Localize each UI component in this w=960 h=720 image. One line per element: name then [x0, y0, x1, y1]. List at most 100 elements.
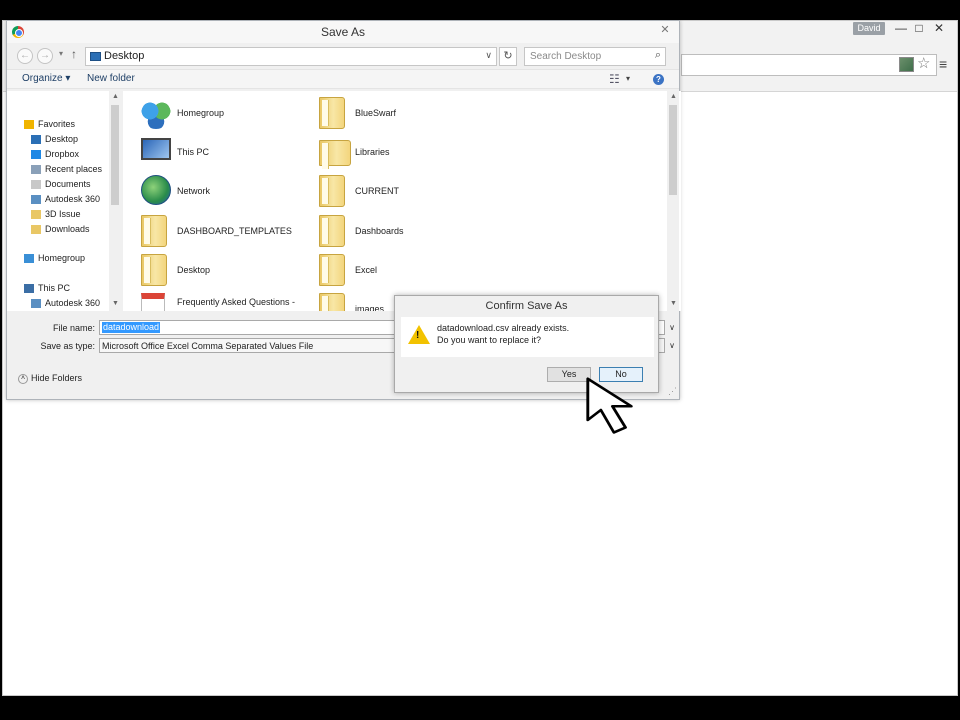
search-icon[interactable]: ⌕	[655, 49, 661, 62]
libraries-icon	[319, 140, 351, 169]
maximize-button[interactable]: □	[909, 21, 929, 37]
file-item[interactable]: CURRENT	[315, 173, 485, 209]
nav-item-label: Desktop	[45, 134, 79, 144]
navigation-pane: Favorites Desktop Dropbox Recent places Docu…	[7, 91, 121, 311]
downloads-icon	[31, 225, 41, 235]
nav-item[interactable]: Homegroup	[24, 251, 85, 265]
navigation-bar: ← → ▾ ↑ Desktop ∨ ↻ Search Desktop ⌕	[7, 45, 679, 67]
scrollbar-thumb[interactable]	[111, 105, 119, 205]
nav-item[interactable]: 3D Issue	[31, 207, 81, 221]
nav-item-label: This PC	[38, 283, 71, 293]
nav-item[interactable]: Autodesk 360	[31, 192, 100, 206]
scroll-down-icon[interactable]: ▼	[112, 300, 119, 307]
file-item-label: images	[355, 304, 385, 311]
up-folder-button[interactable]: ↑	[71, 47, 77, 61]
address-bar[interactable]: Desktop ∨	[85, 47, 497, 66]
folder-icon	[319, 175, 345, 207]
nav-item[interactable]: Dropbox	[31, 147, 79, 161]
nav-item-label: 3D Issue	[45, 209, 81, 219]
nav-item[interactable]: Desktop	[31, 132, 78, 146]
scroll-up-icon[interactable]: ▲	[112, 93, 119, 100]
nav-item[interactable]: Documents	[31, 177, 91, 191]
recent-places-icon	[31, 165, 41, 175]
file-item-label: DASHBOARD_TEMPLATES	[177, 226, 292, 236]
confirm-dialog-title: Confirm Save As	[485, 300, 568, 312]
resize-grip-icon[interactable]: ⋰	[668, 386, 677, 397]
back-button[interactable]: ←	[17, 48, 33, 64]
file-item[interactable]: Homegroup	[137, 95, 307, 131]
search-input[interactable]: Search Desktop ⌕	[524, 47, 666, 66]
file-item-label: BlueSwarf	[355, 108, 397, 118]
autodesk-icon	[31, 195, 41, 205]
warning-mark: !	[416, 330, 420, 341]
file-item[interactable]: Frequently Asked Questions -	[137, 291, 307, 311]
desktop-stage: { "browser": { "user_badge": "David", "m…	[0, 0, 960, 720]
file-item-label: CURRENT	[355, 186, 399, 196]
folder-icon	[141, 254, 167, 286]
nav-item[interactable]: Recent places	[31, 162, 102, 176]
confirm-message-area: ! datadownload.csv already exists. Do yo…	[401, 317, 654, 357]
refresh-button[interactable]: ↻	[499, 47, 517, 66]
file-item-label: This PC	[177, 147, 210, 157]
file-name-dropdown-icon[interactable]: ∨	[666, 321, 678, 336]
file-item[interactable]: Libraries	[315, 134, 485, 170]
scroll-up-icon[interactable]: ▲	[670, 93, 677, 100]
nav-item-label: Downloads	[45, 224, 90, 234]
nav-item-label: Favorites	[38, 119, 76, 129]
forward-button[interactable]: →	[37, 48, 53, 64]
file-item[interactable]: BlueSwarf	[315, 95, 485, 131]
pc-icon	[24, 284, 34, 294]
extension-icon[interactable]	[899, 57, 914, 72]
view-options-dropdown[interactable]: ▾	[626, 74, 630, 83]
file-item[interactable]: DASHBOARD_TEMPLATES	[137, 213, 307, 249]
collapse-icon: ˄	[18, 373, 28, 384]
nav-item-label: Autodesk 360	[45, 194, 101, 204]
scrollbar-thumb[interactable]	[669, 105, 677, 195]
bookmark-star-icon[interactable]: ☆	[917, 54, 930, 72]
autodesk-icon	[31, 299, 41, 309]
file-item-label: Homegroup	[177, 108, 225, 118]
browser-menu-icon[interactable]: ≡	[939, 56, 947, 72]
homegroup-icon	[24, 254, 34, 264]
nav-pane-scrollbar[interactable]: ▲ ▼	[109, 91, 121, 311]
change-view-icon[interactable]: ☷	[609, 72, 620, 86]
folder-icon	[319, 254, 345, 286]
nav-item[interactable]: Autodesk 360	[31, 296, 100, 310]
dropbox-icon	[31, 150, 41, 160]
nav-item[interactable]: This PC	[24, 281, 70, 295]
minimize-button[interactable]: —	[891, 21, 911, 37]
scroll-down-icon[interactable]: ▼	[670, 300, 677, 307]
new-folder-button[interactable]: New folder	[87, 73, 135, 84]
dialog-close-button[interactable]: ✕	[655, 22, 675, 38]
nav-item[interactable]: Favorites	[24, 117, 75, 131]
nav-item-label: Documents	[45, 179, 91, 189]
documents-icon	[31, 180, 41, 190]
hide-folders-button[interactable]: ˄ Hide Folders	[18, 373, 82, 384]
file-list-scrollbar[interactable]: ▲ ▼	[667, 91, 679, 311]
nav-item-label: Recent places	[45, 164, 103, 174]
chrome-logo-icon	[12, 26, 24, 38]
save-as-type-dropdown-icon[interactable]: ∨	[666, 339, 678, 354]
file-item[interactable]: Dashboards	[315, 213, 485, 249]
organize-menu[interactable]: Organize ▾	[22, 73, 70, 84]
recent-locations-dropdown[interactable]: ▾	[59, 49, 63, 58]
help-icon[interactable]: ?	[653, 74, 664, 85]
nav-item-label: Homegroup	[38, 253, 86, 263]
confirm-message-line1: datadownload.csv already exists.	[437, 323, 570, 333]
shortcut-icon	[141, 293, 165, 311]
file-item[interactable]: This PC	[137, 134, 307, 170]
file-item[interactable]: Excel	[315, 252, 485, 288]
file-item[interactable]: Network	[137, 173, 307, 209]
address-dropdown-icon[interactable]: ∨	[485, 50, 492, 61]
search-placeholder: Search Desktop	[530, 51, 602, 62]
file-list: Homegroup BlueSwarf This PC Libraries Networ…	[123, 91, 681, 311]
close-window-button[interactable]: ✕	[929, 21, 949, 37]
folder-icon	[31, 210, 41, 220]
file-item-label: Desktop	[177, 265, 211, 275]
user-profile-badge[interactable]: David	[853, 22, 885, 35]
nav-item-label: Autodesk 360	[45, 298, 101, 308]
nav-item[interactable]: Downloads	[31, 222, 90, 236]
hide-folders-label: Hide Folders	[31, 373, 83, 383]
file-item[interactable]: Desktop	[137, 252, 307, 288]
homegroup-icon	[141, 99, 171, 129]
